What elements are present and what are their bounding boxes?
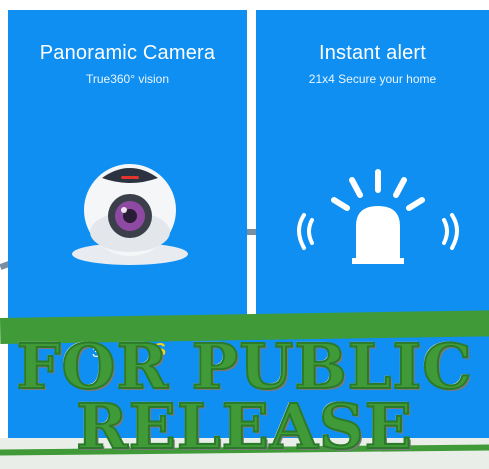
- instant-alert-card: Instant alert 21x4 Secure your home: [256, 10, 489, 320]
- siren-dome: [356, 206, 400, 262]
- watermark-line-1: FOR PUBLIC: [15, 330, 473, 403]
- webcam-lens-glint: [121, 207, 127, 213]
- alarm-siren-icon: [297, 169, 459, 264]
- webcam-red-led: [121, 176, 139, 179]
- panoramic-camera-card: Panoramic Camera True360° vision: [8, 10, 247, 320]
- watermark-line-2: RELEASE: [75, 390, 413, 463]
- siren-base: [352, 258, 404, 264]
- webcam-icon: [72, 164, 188, 265]
- siren-rays: [331, 169, 425, 211]
